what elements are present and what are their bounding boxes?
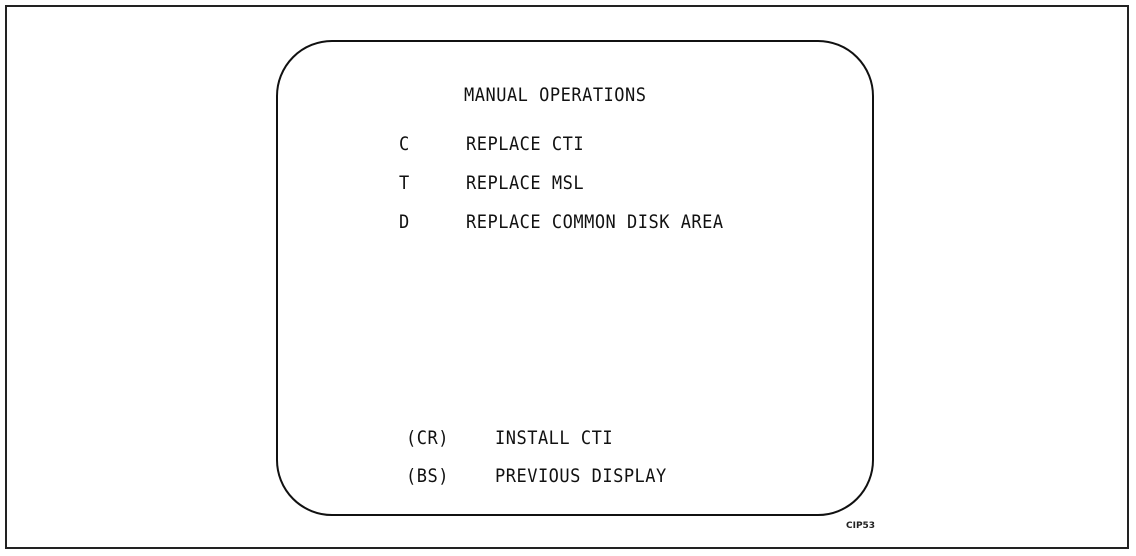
option-label-replace-msl[interactable]: REPLACE MSL — [466, 172, 584, 194]
option-key-replace-cti[interactable]: C — [399, 133, 410, 155]
footer-key-install-cti[interactable]: (CR) — [406, 427, 449, 449]
figure-id-label: CIP53 — [846, 521, 876, 531]
option-label-replace-common-disk-area[interactable]: REPLACE COMMON DISK AREA — [466, 211, 724, 233]
option-label-replace-cti[interactable]: REPLACE CTI — [466, 133, 584, 155]
option-key-replace-msl[interactable]: T — [399, 172, 410, 194]
screen-title: MANUAL OPERATIONS — [464, 84, 647, 107]
footer-label-install-cti[interactable]: INSTALL CTI — [495, 427, 613, 449]
footer-key-previous-display[interactable]: (BS) — [406, 465, 449, 487]
footer-label-previous-display[interactable]: PREVIOUS DISPLAY — [495, 465, 667, 487]
option-key-replace-common-disk-area[interactable]: D — [399, 211, 410, 233]
